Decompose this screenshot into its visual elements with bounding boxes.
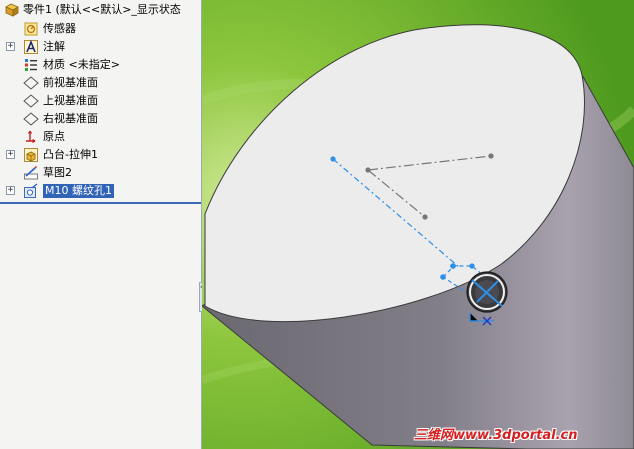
- tree-item-label: 前视基准面: [43, 76, 98, 89]
- tree-item-origin[interactable]: 原点: [0, 128, 200, 146]
- tree-item-m10-tapped-hole1[interactable]: + M10 螺纹孔1: [0, 182, 200, 200]
- tree-item-label: 凸台-拉伸1: [43, 148, 98, 161]
- tree-item-right-plane[interactable]: 右视基准面: [0, 110, 200, 128]
- tree-item-annotations[interactable]: + 注解: [0, 38, 200, 56]
- plane-icon: [23, 76, 39, 90]
- plane-icon: [23, 112, 39, 126]
- plane-icon: [23, 94, 39, 108]
- hole-wizard-icon: [24, 183, 38, 198]
- tree-item-label: 草图2: [43, 166, 72, 179]
- watermark: 三维网www.3dportal.cn: [414, 428, 578, 443]
- expand-toggle[interactable]: +: [6, 42, 15, 51]
- extrude-icon: [24, 148, 38, 162]
- tree-item-label: 原点: [43, 130, 65, 143]
- material-icon: [25, 59, 37, 71]
- tree-item-label: M10 螺纹孔1: [43, 184, 114, 198]
- tree-item-sketch2[interactable]: 草图2: [0, 164, 200, 182]
- origin-icon: [26, 130, 36, 144]
- tree-item-label: 材质 <未指定>: [43, 58, 120, 71]
- tree-item-label: 注解: [43, 40, 65, 53]
- tree-root-part[interactable]: 零件1 (默认<<默认>_显示状态: [0, 1, 200, 19]
- tree-item-label: 传感器: [43, 22, 76, 35]
- annotation-icon: [24, 39, 38, 54]
- expand-toggle[interactable]: +: [6, 186, 15, 195]
- tree-item-boss-extrude1[interactable]: + 凸台-拉伸1: [0, 146, 200, 164]
- tree-item-sensors[interactable]: 传感器: [0, 20, 200, 38]
- tree-item-label: 右视基准面: [43, 112, 98, 125]
- tree-root-label: 零件1 (默认<<默认>_显示状态: [23, 3, 181, 16]
- tree-item-label: 上视基准面: [43, 94, 98, 107]
- feature-manager-tree: 零件1 (默认<<默认>_显示状态 传感器 + 注解 材质 <未指定> 前视基准…: [0, 0, 202, 449]
- sketch-icon: [24, 165, 38, 180]
- tree-selection-divider: [0, 202, 201, 204]
- part-icon: [5, 3, 19, 17]
- tree-item-front-plane[interactable]: 前视基准面: [0, 74, 200, 92]
- expand-toggle[interactable]: +: [6, 150, 15, 159]
- graphics-viewport[interactable]: [202, 0, 634, 449]
- tree-item-material[interactable]: 材质 <未指定>: [0, 56, 200, 74]
- tree-item-top-plane[interactable]: 上视基准面: [0, 92, 200, 110]
- sensor-icon: [24, 22, 38, 36]
